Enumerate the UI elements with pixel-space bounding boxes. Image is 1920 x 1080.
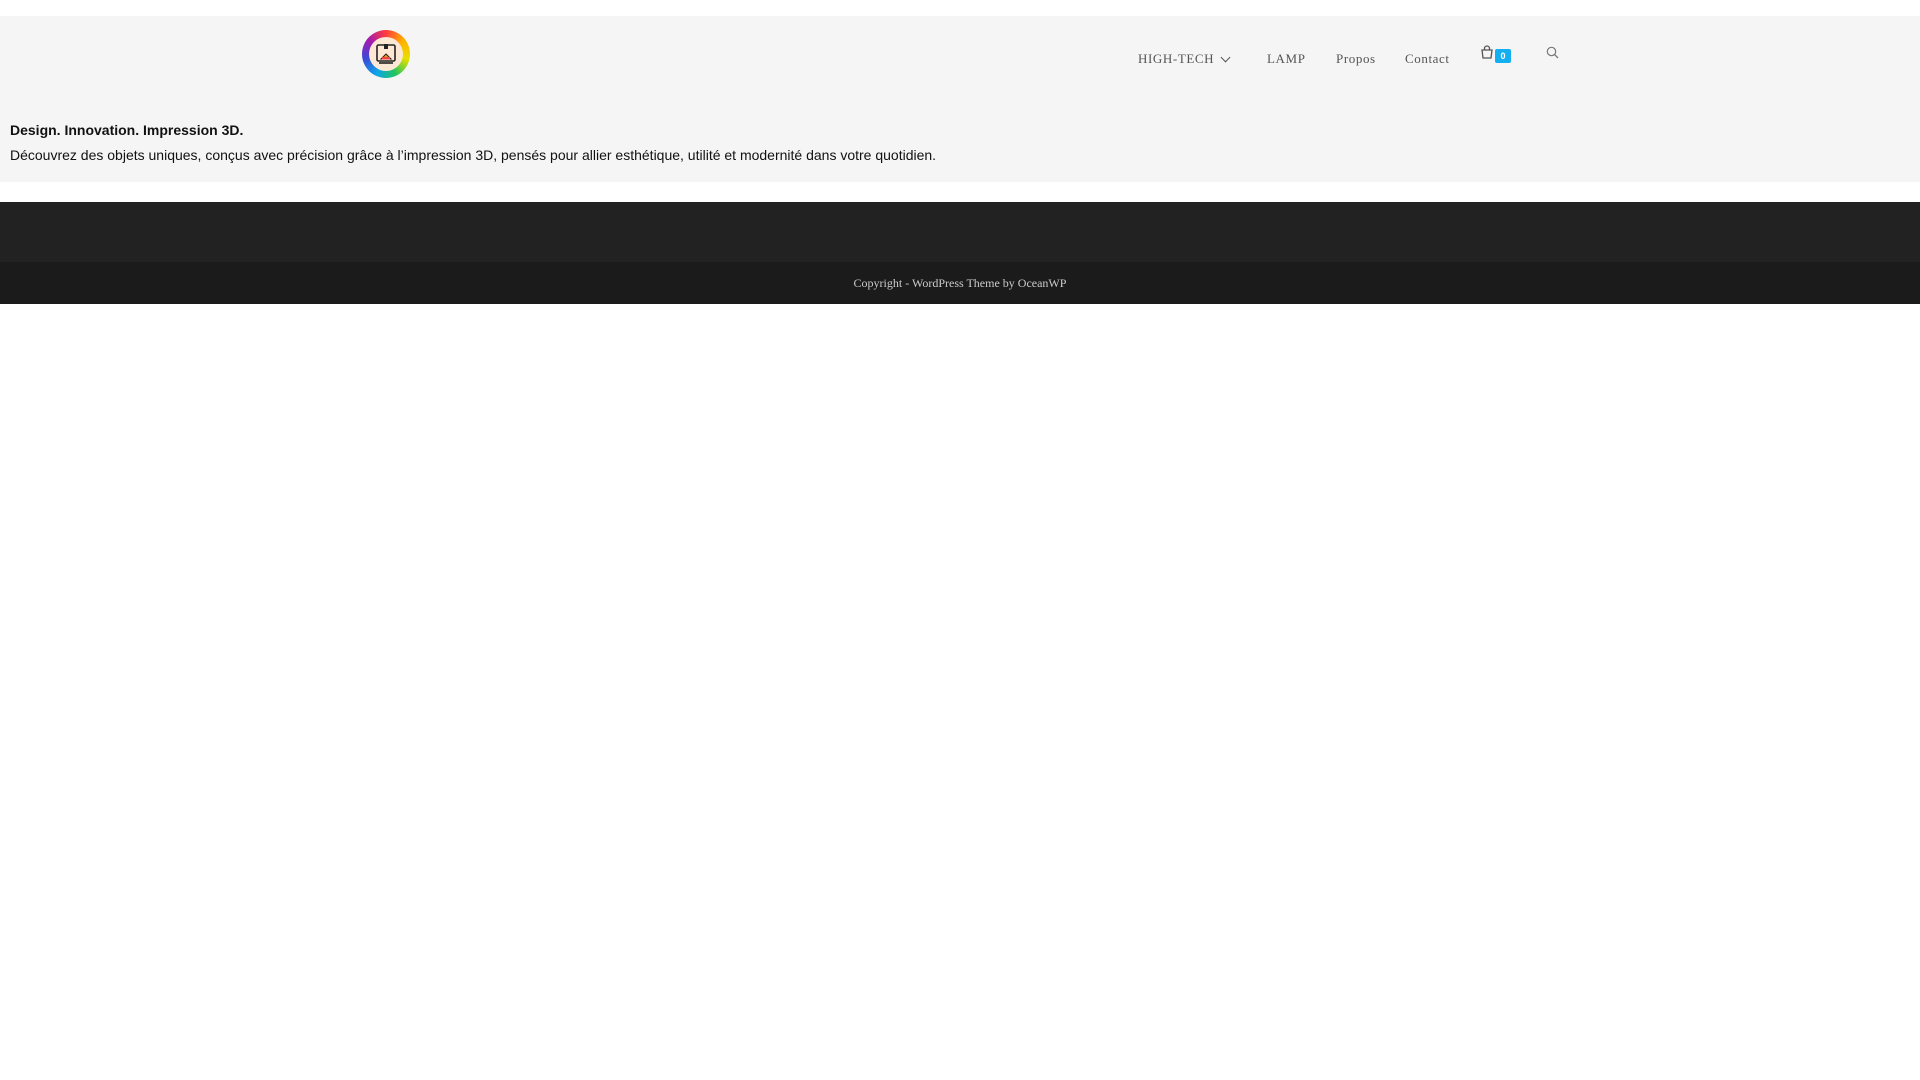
footer-widgets: [0, 202, 1920, 262]
nav-item-contact[interactable]: Contact: [1405, 51, 1450, 67]
site-tagline: Design. Innovation. Impression 3D.: [10, 122, 244, 138]
cart-button[interactable]: 0: [1480, 45, 1511, 64]
top-spacer: [0, 0, 1920, 16]
search-toggle[interactable]: [1546, 46, 1559, 64]
cart-count-badge: 0: [1495, 48, 1511, 63]
nav-item-label: LAMP: [1267, 51, 1306, 66]
site-header: HIGH-TECH LAMP Propos Contact 0 Design. …: [0, 16, 1920, 182]
nav-item-high-tech[interactable]: HIGH-TECH: [1138, 51, 1231, 67]
site-description: Découvrez des objets uniques, conçus ave…: [10, 147, 937, 163]
nav-item-lamp[interactable]: LAMP: [1267, 51, 1306, 67]
nav-item-label: Propos: [1336, 51, 1376, 66]
nav-item-propos[interactable]: Propos: [1336, 51, 1376, 67]
nav-item-label: HIGH-TECH: [1138, 51, 1215, 66]
chevron-down-icon: [1220, 52, 1231, 62]
search-icon: [1546, 46, 1559, 63]
site-footer: Copyright - WordPress Theme by OceanWP: [0, 262, 1920, 304]
nav-item-label: Contact: [1405, 51, 1450, 66]
3d-printer-logo-icon: [369, 37, 403, 71]
copyright-text: Copyright - WordPress Theme by OceanWP: [853, 275, 1067, 290]
site-logo[interactable]: [362, 30, 410, 78]
shopping-bag-icon: [1480, 45, 1494, 64]
